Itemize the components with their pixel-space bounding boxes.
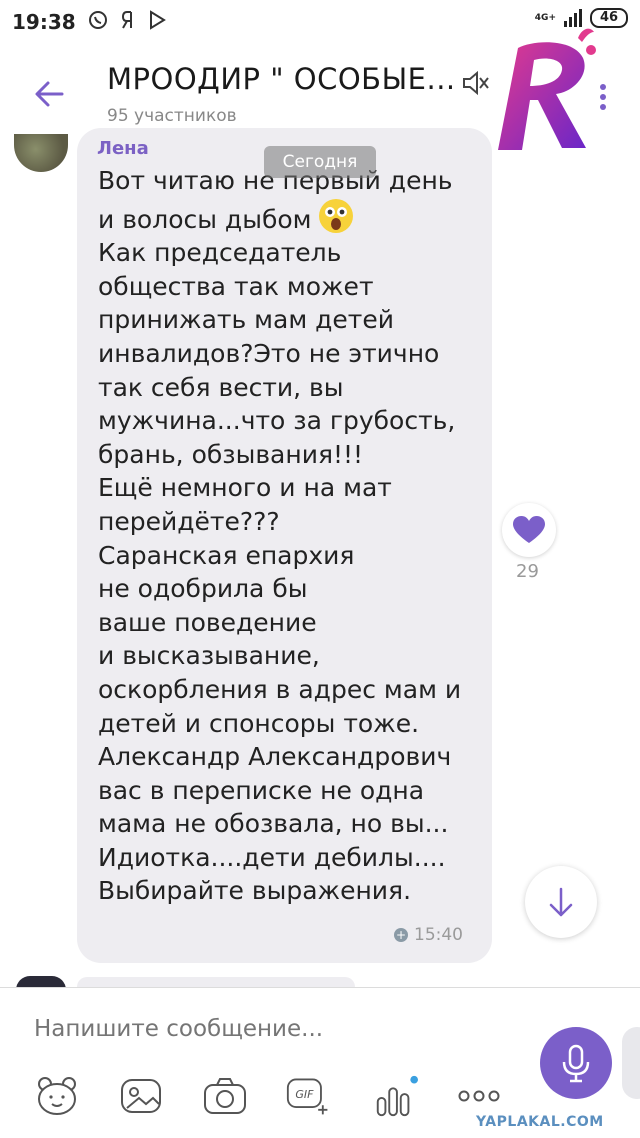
scroll-down-button[interactable] — [525, 866, 597, 938]
status-time: 19:38 — [12, 10, 76, 34]
message-sender[interactable]: Лена — [97, 138, 149, 159]
composer-side-button[interactable] — [622, 1027, 640, 1099]
back-arrow-icon[interactable] — [30, 74, 70, 114]
astonished-face-icon — [318, 198, 354, 234]
like-count: 29 — [516, 561, 539, 582]
gif-label: GIF — [295, 1088, 314, 1101]
status-icon: + — [394, 928, 408, 942]
avatar[interactable] — [14, 134, 68, 172]
like-button[interactable] — [502, 503, 556, 557]
sticker-icon[interactable] — [34, 1074, 80, 1118]
message-time: + 15:40 — [394, 925, 463, 945]
message-text: Вот читаю не первый день и волосы дыбом … — [98, 164, 488, 908]
camera-icon[interactable] — [202, 1074, 248, 1118]
next-message-bubble[interactable] — [77, 977, 355, 987]
arrow-down-icon — [549, 887, 573, 917]
watermark: YAPLAKAL.COM — [476, 1114, 604, 1130]
audio-icon[interactable] — [372, 1074, 418, 1118]
gallery-icon[interactable] — [118, 1074, 164, 1118]
message-input[interactable] — [34, 1016, 514, 1042]
chat-title[interactable]: МРООДИР " ОСОБЫЕ... — [107, 62, 456, 96]
message-text-part-2: Как председатель общества так может прин… — [98, 238, 462, 906]
play-icon — [148, 9, 166, 35]
date-divider: Сегодня — [264, 146, 376, 178]
yandex-icon — [120, 10, 136, 35]
site-logo — [478, 20, 608, 160]
heart-icon — [513, 516, 545, 543]
gif-icon[interactable]: GIF — [286, 1074, 332, 1118]
viber-icon — [88, 10, 108, 35]
message-time-label: 15:40 — [414, 925, 463, 945]
microphone-icon — [562, 1044, 590, 1083]
voice-message-button[interactable] — [540, 1027, 612, 1099]
chat-participants[interactable]: 95 участников — [107, 106, 237, 126]
more-options-icon[interactable] — [456, 1074, 502, 1118]
